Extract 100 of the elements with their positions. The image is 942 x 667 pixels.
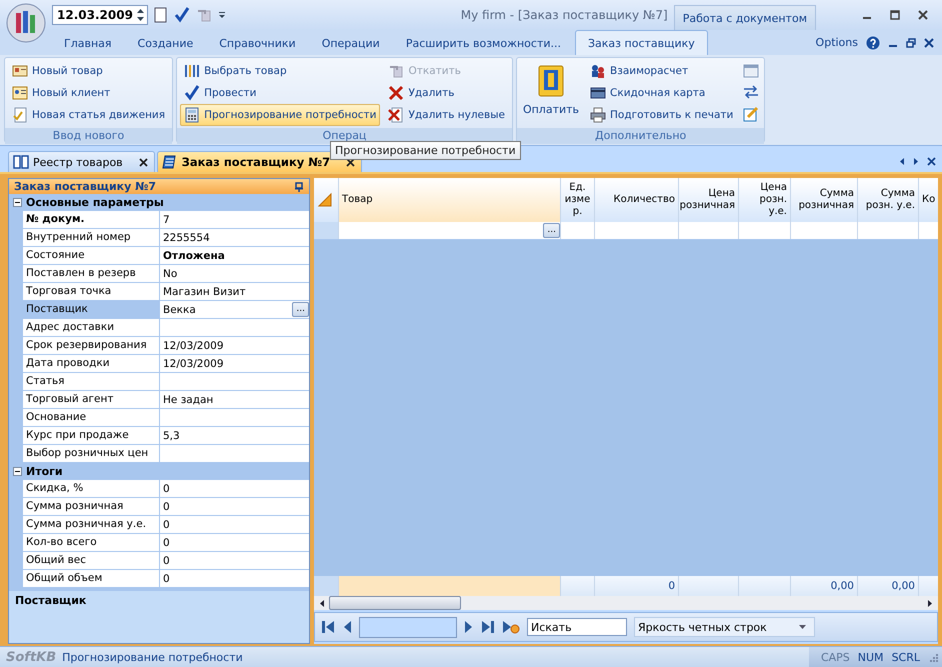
dropdown-arrow-icon[interactable] bbox=[218, 11, 226, 19]
close-icon[interactable] bbox=[138, 158, 148, 166]
property-label: № докум. bbox=[23, 211, 160, 228]
scroll-thumb[interactable] bbox=[329, 596, 461, 610]
help-icon[interactable] bbox=[866, 36, 880, 50]
property-label: Срок резервирования bbox=[23, 337, 160, 354]
column-header[interactable]: Товар bbox=[338, 178, 560, 222]
ribbon-button[interactable]: Новый клиент bbox=[8, 82, 170, 104]
edit-icon[interactable] bbox=[743, 106, 760, 122]
bars-icon bbox=[184, 63, 200, 79]
people-icon bbox=[590, 63, 606, 79]
discount-card-icon bbox=[590, 85, 606, 101]
property-value: Векка bbox=[163, 304, 196, 316]
ribbon-button[interactable]: Удалить нулевые bbox=[384, 104, 509, 126]
close-icon[interactable] bbox=[918, 10, 928, 20]
pay-button[interactable]: Оплатить bbox=[520, 60, 582, 126]
resize-grip-icon[interactable] bbox=[928, 652, 938, 662]
ribbon-tab[interactable]: Создание bbox=[126, 37, 206, 55]
ribbon-tab[interactable]: Операции bbox=[310, 37, 392, 55]
property-label: Торговая точка bbox=[23, 283, 160, 300]
restore-icon[interactable] bbox=[906, 38, 916, 48]
scroll-right-icon[interactable] bbox=[913, 156, 919, 166]
document-tab[interactable]: Реестр товаров bbox=[8, 151, 155, 172]
money-icon bbox=[536, 64, 566, 98]
maximize-icon[interactable] bbox=[890, 10, 900, 20]
ribbon-button[interactable]: Новый товар bbox=[8, 60, 170, 82]
property-value: 12/03/2009 bbox=[163, 340, 224, 352]
ribbon-button[interactable]: Выбрать товар bbox=[180, 60, 380, 82]
first-record-icon[interactable] bbox=[321, 619, 335, 635]
row-indicator bbox=[314, 576, 338, 596]
ribbon-tab[interactable]: Главная bbox=[52, 37, 124, 55]
ribbon-tab[interactable]: Расширить возможности... bbox=[394, 37, 573, 55]
previous-record-icon[interactable] bbox=[342, 619, 352, 635]
date-field[interactable]: 12.03.2009 bbox=[52, 5, 148, 25]
spin-icon[interactable] bbox=[136, 7, 145, 23]
close-icon[interactable] bbox=[927, 156, 936, 166]
close-icon[interactable] bbox=[924, 38, 934, 48]
last-record-icon[interactable] bbox=[481, 619, 495, 635]
collapse-icon[interactable] bbox=[13, 198, 22, 207]
property-value: 0 bbox=[163, 572, 170, 585]
ribbon-button[interactable]: Провести bbox=[180, 82, 380, 104]
horizontal-scrollbar[interactable] bbox=[314, 596, 938, 610]
key-indicator: SCRL bbox=[892, 650, 920, 664]
close-icon[interactable] bbox=[346, 158, 356, 166]
property-label: Внутренний номер bbox=[23, 229, 160, 246]
stack-icon bbox=[162, 154, 178, 170]
group-label: Ввод нового bbox=[5, 128, 172, 144]
document-check-icon bbox=[12, 107, 28, 123]
new-document-icon[interactable] bbox=[154, 7, 168, 23]
document-cross-icon bbox=[388, 107, 404, 123]
record-field[interactable] bbox=[359, 616, 457, 638]
card-icon bbox=[12, 63, 28, 79]
property-label: Состояние bbox=[23, 247, 160, 264]
property-label: Поставлен в резерв bbox=[23, 265, 160, 282]
ribbon-button[interactable]: Прогнозирование потребности bbox=[180, 104, 380, 126]
key-indicator: NUM bbox=[858, 650, 884, 664]
ribbon-button[interactable]: Взаиморасчет bbox=[586, 60, 738, 82]
new-record-icon[interactable] bbox=[502, 619, 520, 635]
property-value: 0 bbox=[163, 554, 170, 567]
property-value: 0 bbox=[163, 536, 170, 549]
property-label: Торговый агент bbox=[23, 391, 160, 408]
scroll-left-icon[interactable] bbox=[899, 156, 905, 166]
checkmark-icon bbox=[184, 85, 200, 101]
ribbon-button[interactable]: Новая статья движения bbox=[8, 104, 170, 126]
calculator-icon bbox=[184, 107, 200, 123]
property-value: Отложена bbox=[163, 250, 225, 262]
property-value: No bbox=[163, 268, 178, 280]
property-value: 0 bbox=[163, 482, 170, 495]
next-record-icon[interactable] bbox=[464, 619, 474, 635]
options-menu[interactable]: Options bbox=[816, 36, 858, 49]
collapse-icon[interactable] bbox=[13, 466, 22, 476]
dropdown-arrow-icon bbox=[799, 625, 806, 629]
checkmark-icon[interactable] bbox=[174, 7, 190, 23]
ribbon-tab[interactable]: Заказ поставщику bbox=[575, 30, 708, 55]
ribbon-tab[interactable]: Справочники bbox=[207, 37, 308, 55]
description-title: Поставщик bbox=[9, 588, 309, 643]
property-value: 0 bbox=[163, 518, 170, 531]
property-label: Выбор розничных цен bbox=[23, 445, 160, 462]
property-value: 12/03/2009 bbox=[163, 358, 224, 370]
property-value: 2255554 bbox=[163, 232, 210, 244]
property-value: 7 bbox=[163, 214, 170, 226]
scroll-right-icon[interactable] bbox=[927, 598, 933, 608]
key-indicator: CAPS bbox=[820, 650, 850, 664]
property-label: Адрес доставки bbox=[23, 319, 160, 336]
property-value: 5,3 bbox=[163, 430, 180, 442]
ellipsis-button[interactable]: ... bbox=[543, 223, 560, 238]
ribbon-button[interactable]: Скидочная карта bbox=[586, 82, 738, 104]
ribbon-button[interactable]: Удалить bbox=[384, 82, 509, 104]
pin-icon[interactable] bbox=[295, 182, 303, 192]
property-label: Поставщик bbox=[23, 301, 160, 318]
property-label: Основание bbox=[23, 409, 160, 426]
ellipsis-button[interactable]: ... bbox=[292, 302, 309, 318]
property-label: Общий вес bbox=[23, 552, 160, 570]
dropdown[interactable]: Яркость четных строк bbox=[634, 617, 815, 637]
property-value: Магазин Визит bbox=[163, 286, 246, 298]
ribbon-button[interactable]: Подготовить к печати bbox=[586, 104, 738, 126]
cross-icon bbox=[388, 85, 404, 101]
search-field[interactable]: Искать bbox=[527, 618, 627, 636]
swap-arrows-icon[interactable] bbox=[743, 84, 760, 99]
scroll-left-icon[interactable] bbox=[319, 598, 325, 608]
